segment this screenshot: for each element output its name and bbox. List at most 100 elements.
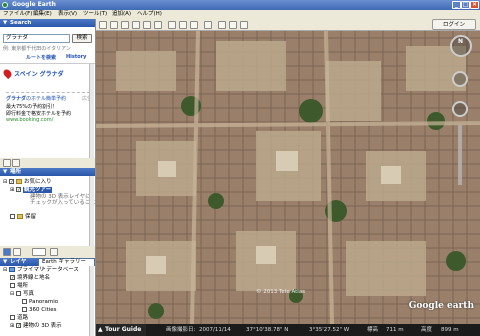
layer-row-360-cities[interactable]: 360 Cities (22, 307, 57, 314)
hide-sidebar-icon[interactable] (99, 21, 107, 29)
ad-title[interactable]: グラナダ (6, 96, 26, 102)
compass-control[interactable]: N (450, 35, 472, 57)
status-bar: 画像撮影日: 2007/11/14 37°10'38.78" N 3°35'27… (96, 324, 480, 336)
sunlight-icon[interactable] (179, 21, 187, 29)
clear-icon[interactable] (3, 159, 11, 167)
planet-switch-icon[interactable] (190, 21, 198, 29)
saved-checkbox[interactable] (10, 214, 15, 219)
ad-line-1: 最大75%の予約割引！ (6, 104, 58, 110)
aerial-imagery (96, 31, 480, 324)
window-title: Google Earth (12, 1, 56, 8)
ad-title-row[interactable]: グラナダのホテル簡単予約 (6, 95, 66, 102)
layers-scrollbar[interactable] (89, 266, 94, 336)
favorites-row[interactable]: ⊟ お気に入り (3, 179, 51, 186)
expand-icon: ▲ (98, 326, 103, 333)
360-cities-checkbox[interactable] (22, 307, 27, 312)
title-bar: Google Earth _ □ × (0, 0, 480, 10)
3d-buildings-checkbox[interactable] (15, 323, 21, 328)
search-button[interactable]: 検索 (72, 34, 92, 43)
folder-icon (17, 214, 23, 219)
tour-guide-label: Tour Guide (105, 326, 142, 333)
slider-icon[interactable] (50, 248, 58, 256)
look-control[interactable] (452, 71, 468, 87)
roads-checkbox[interactable] (10, 315, 15, 320)
layer-label-places: 場所 (17, 283, 29, 289)
zoom-slider[interactable] (458, 125, 462, 185)
polygon-icon[interactable] (121, 21, 129, 29)
search-input[interactable]: グラナダ (3, 34, 70, 43)
layer-label-3d-buildings: 建物の 3D 表示 (22, 323, 62, 329)
menu-add[interactable]: 追加(A) (112, 10, 131, 19)
menu-edit[interactable]: 編集(E) (33, 10, 52, 19)
history-link[interactable]: History (66, 54, 86, 60)
favorites-checkbox[interactable] (8, 179, 14, 184)
folder-icon (15, 179, 22, 184)
layer-row-panoramio[interactable]: Panoramio (22, 299, 58, 306)
panoramio-checkbox[interactable] (22, 299, 27, 304)
imagery-date-label: 画像撮影日: (166, 327, 196, 333)
earth-gallery-tab[interactable]: Earth ギャラリー » (38, 258, 95, 272)
layer-label-panoramio: Panoramio (29, 299, 59, 305)
move-control[interactable] (452, 101, 468, 117)
places-scrollbar[interactable] (89, 176, 94, 246)
close-button[interactable]: × (470, 1, 479, 9)
search-result-title[interactable]: スペイン グラナダ (14, 69, 64, 78)
placemark-icon[interactable] (110, 21, 118, 29)
layer-row-places[interactable]: 場所 (10, 283, 28, 290)
path-icon[interactable] (132, 21, 140, 29)
layer-row-photos[interactable]: ⊟ 写真 (10, 291, 34, 298)
view-in-maps-icon[interactable] (240, 21, 248, 29)
borders-checkbox[interactable] (10, 275, 15, 280)
route-link[interactable]: ルートを検索 (26, 54, 56, 61)
places-field[interactable] (32, 248, 46, 256)
imagery-date: 2007/11/14 (199, 327, 231, 333)
elevation-label: 標高 (367, 327, 379, 333)
maximize-button[interactable]: □ (461, 1, 470, 9)
layer-row-borders[interactable]: 境界線と地名 (10, 275, 50, 282)
sightseeing-row[interactable]: ⊞ 観光ツアー (10, 187, 53, 194)
menu-view[interactable]: 表示(V) (58, 10, 77, 19)
add-content-icon[interactable] (3, 248, 11, 256)
ad-url[interactable]: www.booking.com/ (6, 117, 53, 123)
layers-panel: ⊟ プライマリ データベース 境界線と地名 場所 ⊟ 写真 Panoramio … (0, 266, 95, 336)
toolbar: ログイン (96, 19, 480, 31)
menu-tools[interactable]: ツール(T) (83, 10, 107, 19)
ruler-icon[interactable] (204, 21, 212, 29)
sidebar: ▼ Search グラナダ 検索 例: 東京都千代田のイタリアン ルートを検索 H… (0, 19, 101, 336)
sightseeing-label[interactable]: 観光ツアー (22, 187, 53, 193)
layer-row-roads[interactable]: 道路 (10, 315, 28, 322)
print-icon[interactable] (229, 21, 237, 29)
places-panel-header[interactable]: ▼ 場所 (0, 168, 95, 176)
layer-label-roads: 道路 (17, 315, 29, 321)
login-button[interactable]: ログイン (432, 19, 476, 30)
image-overlay-icon[interactable] (143, 21, 151, 29)
email-icon[interactable] (218, 21, 226, 29)
search-results-panel: スペイン グラナダ グラナダのホテル簡単予約 広告 最大75%の予約割引！ 即行… (0, 63, 95, 159)
search-panel-toolbar (0, 158, 95, 168)
map-copyright: © 2013 Tele Atlas (256, 289, 306, 295)
results-divider (6, 92, 90, 93)
search-panel-header[interactable]: ▼ Search (0, 19, 95, 27)
map-view[interactable]: N © 2013 Tele Atlas Google earth (96, 31, 480, 324)
layer-row-3d-buildings[interactable]: ⊞ 建物の 3D 表示 (10, 323, 62, 330)
search-results-scrollbar[interactable] (89, 64, 94, 159)
tour-guide-button[interactable]: ▲ Tour Guide (96, 324, 146, 336)
google-earth-logo: Google earth (408, 301, 474, 311)
ad-title-tail[interactable]: のホテル簡単予約 (26, 96, 66, 102)
saved-row[interactable]: 保留 (10, 214, 36, 221)
sightseeing-checkbox[interactable] (15, 187, 21, 192)
copy-icon[interactable] (12, 159, 20, 167)
photos-checkbox[interactable] (15, 291, 21, 296)
record-tour-icon[interactable] (154, 21, 162, 29)
layer-label-primary-db: プライマリ データベース (16, 267, 79, 273)
eye-altitude-label: 高度 (421, 327, 433, 333)
places-checkbox[interactable] (10, 283, 15, 288)
list-view-icon[interactable] (13, 248, 21, 256)
eye-altitude: 899 m (441, 327, 459, 333)
menu-file[interactable]: ファイル(F) (3, 10, 32, 19)
places-panel: ⊟ お気に入り ⊞ 観光ツアー 建物の 3D 表示レイヤに チェックが入っている… (0, 176, 101, 246)
menu-help[interactable]: ヘルプ(H) (137, 10, 162, 19)
minimize-button[interactable]: _ (452, 1, 461, 9)
historical-imagery-icon[interactable] (168, 21, 176, 29)
layer-row-primary-db[interactable]: ⊟ プライマリ データベース (3, 267, 79, 274)
